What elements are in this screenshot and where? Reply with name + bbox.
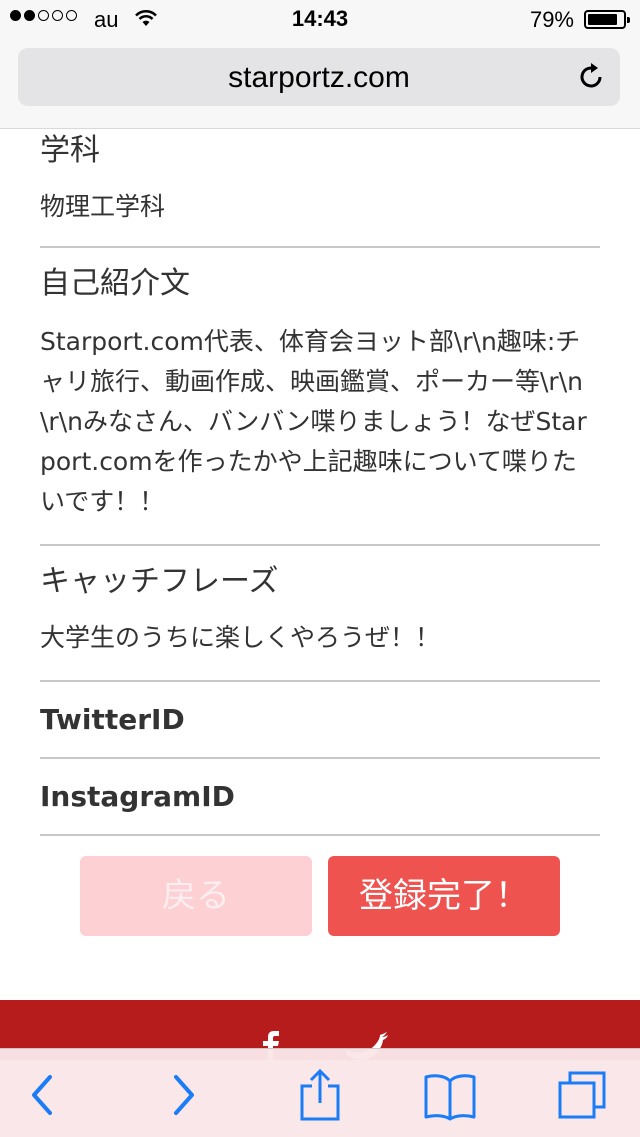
back-arrow-icon[interactable] [14, 1069, 70, 1121]
forward-arrow-icon[interactable] [156, 1069, 212, 1121]
twitter-label: TwitterID [40, 703, 185, 736]
complete-registration-button[interactable]: 登録完了！ [328, 856, 560, 936]
profile-confirm-content: 学科 物理工学科 自己紹介文 Starport.com代表、体育会ヨット部\r\… [40, 128, 600, 836]
department-label: 学科 [40, 133, 100, 168]
browser-address-area: starportz.com [0, 40, 640, 129]
department-section: 学科 物理工学科 [40, 128, 600, 248]
tabs-icon[interactable] [556, 1069, 612, 1121]
intro-section: 自己紹介文 Starport.com代表、体育会ヨット部\r\n趣味:チャリ旅行… [40, 248, 600, 546]
catchphrase-value: 大学生のうちに楽しくやろうぜ！！ [40, 623, 441, 652]
instagram-section: InstagramID [40, 759, 600, 836]
action-buttons: 戻る 登録完了！ [80, 856, 560, 936]
intro-label: 自己紹介文 [40, 266, 190, 301]
back-button[interactable]: 戻る [80, 856, 312, 936]
catchphrase-label: キャッチフレーズ [40, 564, 279, 599]
bookmarks-icon[interactable] [422, 1069, 478, 1121]
department-value: 物理工学科 [40, 192, 166, 221]
catchphrase-section: キャッチフレーズ 大学生のうちに楽しくやろうぜ！！ [40, 546, 600, 682]
address-bar[interactable]: starportz.com [18, 48, 620, 106]
status-bar: au 14:43 79% [0, 0, 640, 40]
battery-percent: 79% [529, 7, 574, 32]
reload-icon[interactable] [576, 62, 606, 92]
instagram-label: InstagramID [40, 780, 235, 813]
share-icon[interactable] [292, 1069, 348, 1121]
url-text: starportz.com [228, 61, 410, 94]
intro-value: Starport.com代表、体育会ヨット部\r\n趣味:チャリ旅行、動画作成、… [40, 327, 587, 516]
battery-icon [584, 10, 630, 29]
twitter-section: TwitterID [40, 682, 600, 759]
browser-toolbar [0, 1048, 640, 1137]
